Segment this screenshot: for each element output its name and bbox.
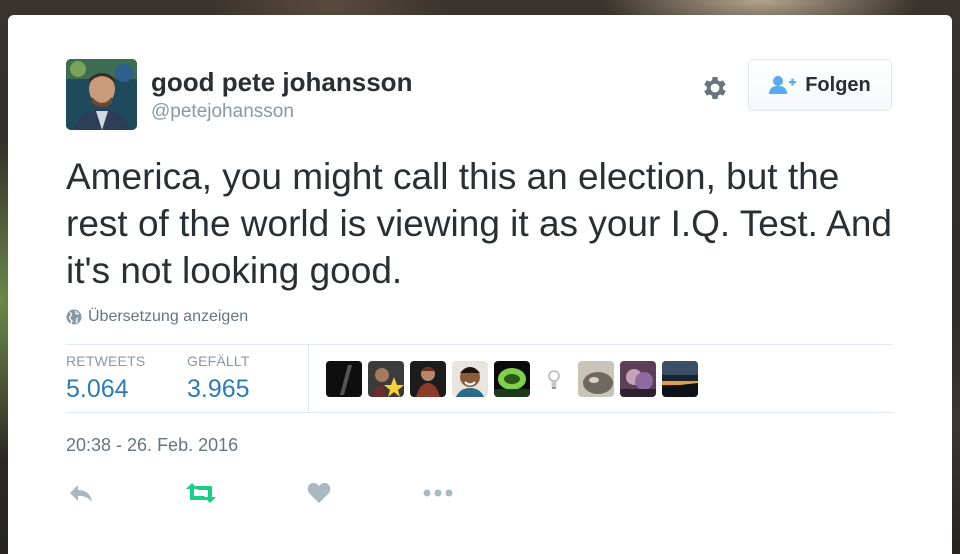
likes-stat[interactable]: GEFÄLLT 3.965 <box>187 353 250 404</box>
avatar[interactable] <box>66 59 137 130</box>
more-dots-icon <box>423 489 453 497</box>
liker-avatar-7[interactable] <box>578 361 614 397</box>
liker-avatar-9[interactable] <box>662 361 698 397</box>
follow-person-plus-icon <box>769 76 797 94</box>
like-button[interactable] <box>304 480 334 506</box>
liker-avatar-8[interactable] <box>620 361 656 397</box>
globe-icon <box>66 309 82 325</box>
liker-avatar-1[interactable] <box>326 361 362 397</box>
liker-avatars <box>326 361 698 397</box>
display-name[interactable]: good pete johansson <box>151 67 412 98</box>
liker-avatar-2[interactable] <box>368 361 404 397</box>
stats-vertical-divider <box>308 345 309 413</box>
tweet-timestamp[interactable]: 20:38 - 26. Feb. 2016 <box>66 435 238 456</box>
screen-name[interactable]: @petejohansson <box>151 101 294 123</box>
reply-button[interactable] <box>66 480 96 506</box>
likes-count: 3.965 <box>187 375 250 403</box>
retweet-stat[interactable]: RETWEETS 5.064 <box>66 353 145 404</box>
tweet-card: good pete johansson @petejohansson Folge… <box>8 15 952 554</box>
translate-link[interactable]: Übersetzung anzeigen <box>66 308 248 326</box>
retweets-label: RETWEETS <box>66 353 146 369</box>
profile-photo <box>66 59 137 130</box>
stats-top-divider <box>66 344 892 345</box>
reply-icon <box>70 485 92 502</box>
translate-label: Übersetzung anzeigen <box>88 308 249 325</box>
retweets-count: 5.064 <box>66 375 129 403</box>
gear-icon[interactable] <box>700 73 730 103</box>
likes-label: GEFÄLLT <box>187 353 250 369</box>
liker-avatar-6[interactable] <box>536 361 572 397</box>
follow-button-label: Folgen <box>805 73 871 96</box>
tweet-text: America, you might call this an election… <box>66 156 893 291</box>
stats-bottom-divider <box>66 412 892 413</box>
heart-icon <box>307 482 331 503</box>
retweet-button[interactable] <box>186 480 216 506</box>
liker-avatar-3[interactable] <box>410 361 446 397</box>
more-button[interactable] <box>422 480 454 506</box>
liker-avatar-4[interactable] <box>452 361 488 397</box>
follow-button[interactable]: Folgen <box>748 59 892 111</box>
liker-avatar-5[interactable] <box>494 361 530 397</box>
retweet-icon <box>186 483 216 503</box>
